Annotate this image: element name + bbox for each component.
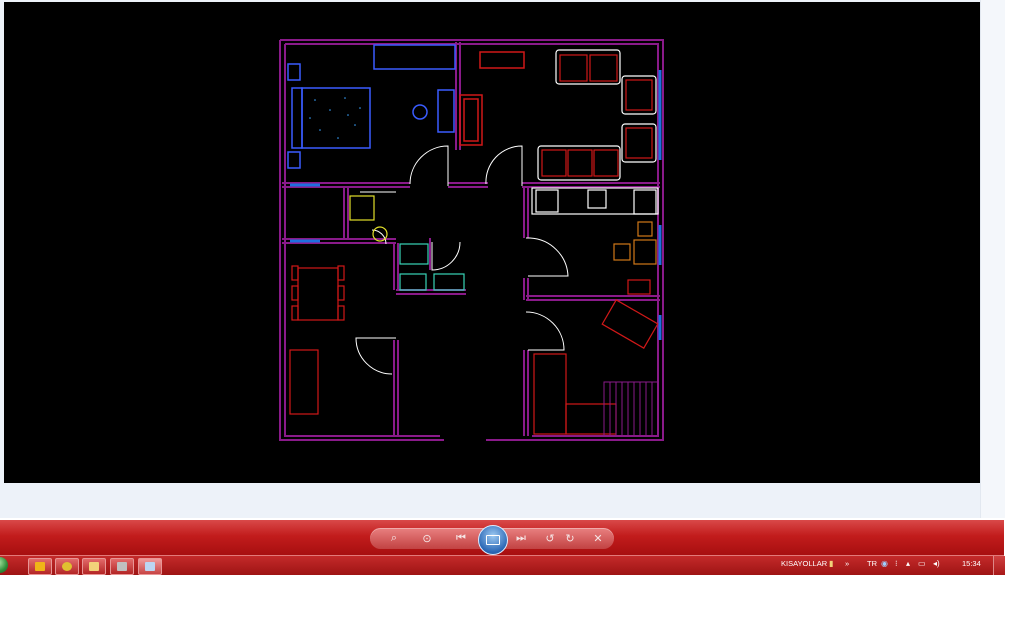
actual-size-icon: ⊙ — [422, 533, 432, 545]
chrome-app[interactable] — [55, 558, 79, 575]
folder-icon — [89, 562, 99, 571]
bedroom2-furniture — [533, 299, 659, 435]
volume-icon[interactable]: ◂) — [933, 559, 940, 568]
rotate-ccw-icon: ↺ — [545, 533, 555, 545]
image-canvas — [4, 2, 980, 483]
shortcuts-toolbar-label[interactable]: KISAYOLLAR — [781, 559, 827, 568]
chrome-icon — [62, 562, 72, 571]
doors — [355, 145, 569, 375]
delete-icon: ✕ — [593, 533, 603, 545]
clock[interactable]: 15:34 — [962, 559, 981, 568]
zoom-button[interactable]: ⌕ — [384, 528, 404, 549]
photo-viewer-window — [0, 0, 1005, 518]
bed — [287, 44, 456, 169]
next-button[interactable]: ⏭ — [510, 528, 532, 549]
photo-viewer-app[interactable] — [138, 558, 162, 575]
kitchen-table — [613, 221, 657, 295]
sofas — [537, 49, 657, 181]
zoom-icon: ⌕ — [390, 532, 398, 544]
tv-unit — [459, 51, 525, 146]
delete-button[interactable]: ✕ — [590, 528, 606, 549]
show-hidden-icons-icon[interactable]: ▴ — [906, 559, 910, 568]
media-icon — [117, 562, 127, 571]
dining-table — [289, 265, 345, 415]
photo-viewer-icon — [145, 562, 155, 571]
language-indicator[interactable]: TR — [867, 559, 877, 568]
outlook-icon — [35, 562, 45, 571]
rotate-cw-icon: ↻ — [565, 533, 575, 545]
explorer-app[interactable] — [82, 558, 106, 575]
floor-plan-image — [279, 39, 664, 441]
window-edge — [980, 0, 1005, 518]
kitchen-counter — [531, 187, 659, 215]
media-app[interactable] — [110, 558, 134, 575]
note-icon[interactable]: ▮ — [829, 559, 833, 568]
slideshow-button[interactable] — [478, 525, 508, 555]
walls — [279, 39, 664, 441]
rotate-cw-button[interactable]: ↻ — [562, 528, 578, 549]
bed-pattern — [309, 97, 361, 139]
rotate-ccw-button[interactable]: ↺ — [542, 528, 558, 549]
help-icon[interactable]: ◉ — [881, 559, 888, 568]
network-icon[interactable]: ▭ — [918, 559, 926, 568]
stairs — [603, 381, 659, 437]
viewer-control-bar: ⌕ ⊙ ⏮ ⏭ ↺ ↻ ✕ — [0, 520, 1004, 555]
previous-button[interactable]: ⏮ — [450, 528, 472, 549]
slideshow-icon — [486, 535, 500, 545]
previous-icon: ⏮ — [456, 532, 466, 544]
start-button[interactable] — [0, 557, 8, 573]
outlook-app[interactable] — [28, 558, 52, 575]
actual-size-button[interactable]: ⊙ — [418, 528, 436, 549]
toolbar-chevron[interactable]: » — [845, 559, 849, 568]
next-icon: ⏭ — [516, 532, 526, 544]
show-desktop-button[interactable] — [993, 556, 1005, 575]
taskbar: KISAYOLLAR ▮ » TR ◉ ⁝ ▴ ▭ ◂) 15:34 — [0, 555, 1005, 575]
ime-icon[interactable]: ⁝ — [895, 559, 898, 568]
